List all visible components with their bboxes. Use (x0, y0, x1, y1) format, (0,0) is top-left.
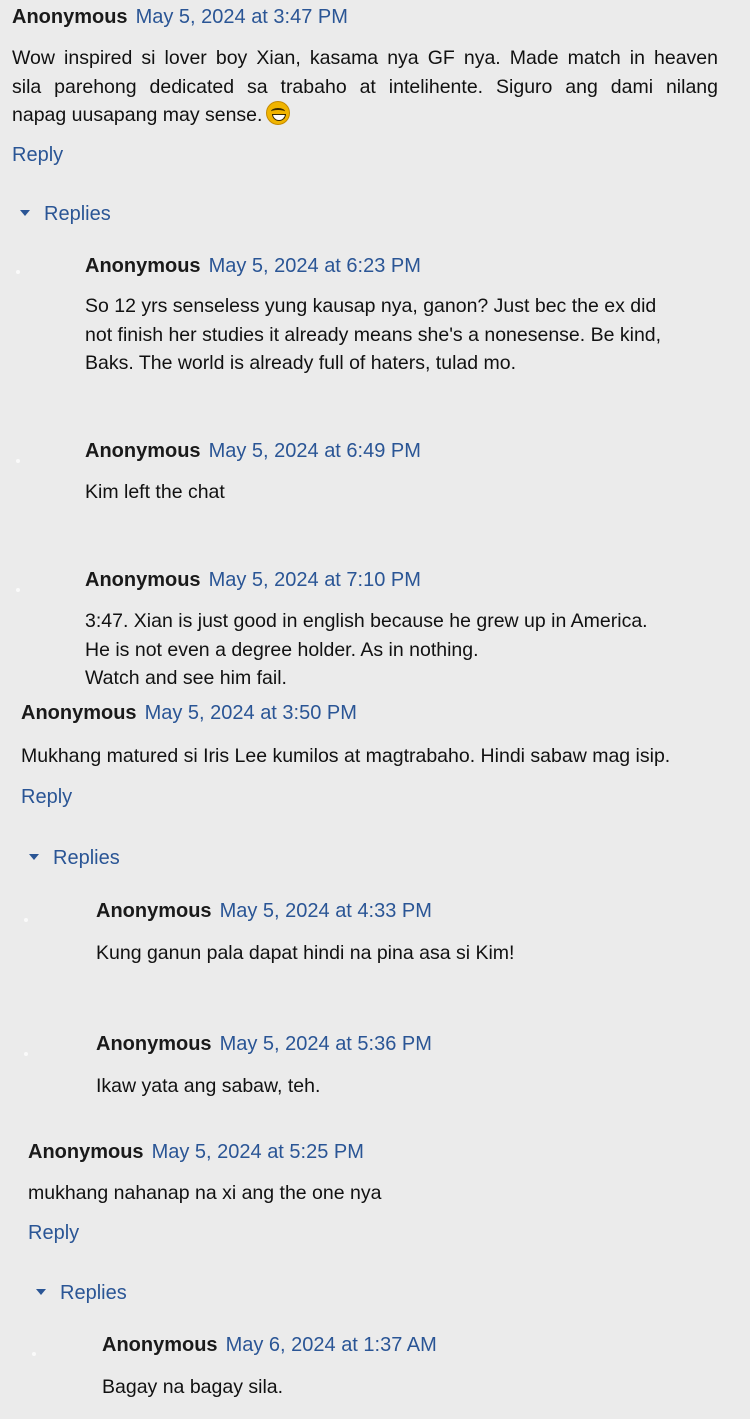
reply-body: Bagay na bagay sila. (102, 1373, 732, 1402)
reply-line: Kim left the chat (85, 481, 225, 503)
reply-author: Anonymous (85, 255, 201, 277)
reply-header: Anonymous May 5, 2024 at 6:23 PM (85, 255, 421, 278)
reply-author: Anonymous (96, 1033, 212, 1055)
reply-header: Anonymous May 5, 2024 at 6:49 PM (85, 440, 421, 463)
reply-link[interactable]: Reply (21, 786, 72, 809)
reply-date-link[interactable]: May 5, 2024 at 6:23 PM (209, 255, 421, 277)
reply-body: Ikaw yata ang sabaw, teh. (96, 1072, 736, 1101)
comment-body: Wow inspired si lover boy Xian, kasama n… (12, 44, 718, 130)
comment-body: mukhang nahanap na xi ang the one nya (28, 1179, 728, 1208)
reply-bullet (24, 1052, 28, 1056)
replies-toggle[interactable]: Replies (36, 1282, 127, 1305)
reply-line: Baks. The world is already full of hater… (85, 352, 517, 374)
comment-author: Anonymous (12, 6, 128, 28)
comment-header: Anonymous May 5, 2024 at 3:47 PM (12, 6, 348, 29)
reply-bullet (32, 1352, 36, 1356)
reply-line: So 12 yrs senseless yung kausap nya, gan… (85, 295, 657, 317)
caret-down-icon (29, 853, 39, 860)
replies-label: Replies (53, 847, 120, 869)
reply-body: Kung ganun pala dapat hindi na pina asa … (96, 939, 736, 968)
reply-date-link[interactable]: May 5, 2024 at 7:10 PM (209, 569, 421, 591)
replies-toggle[interactable]: Replies (20, 203, 111, 226)
reply-line: Watch and see him fail. (85, 667, 287, 689)
comment-line: mukhang nahanap na xi ang the one nya (28, 1182, 382, 1204)
reply-header: Anonymous May 5, 2024 at 5:36 PM (96, 1033, 432, 1056)
reply-body: So 12 yrs senseless yung kausap nya, gan… (85, 292, 725, 378)
reply-header: Anonymous May 5, 2024 at 7:10 PM (85, 569, 421, 592)
grinning-face-emoji-icon (266, 101, 291, 125)
reply-line: Kung ganun pala dapat hindi na pina asa … (96, 942, 515, 964)
reply-line: Bagay na bagay sila. (102, 1376, 284, 1398)
reply-line: not finish her studies it already means … (85, 323, 662, 346)
replies-toggle[interactable]: Replies (29, 847, 120, 870)
reply-bullet (16, 588, 20, 592)
comment-header: Anonymous May 5, 2024 at 3:50 PM (21, 702, 357, 725)
reply-body: 3:47. Xian is just good in english becau… (85, 607, 725, 693)
reply-bullet (24, 918, 28, 922)
reply-bullet (16, 459, 20, 463)
comment-line: sila parehong dedicated sa trabaho at in… (12, 75, 718, 98)
reply-bullet (16, 270, 20, 274)
replies-label: Replies (44, 203, 111, 225)
comment-date-link[interactable]: May 5, 2024 at 3:47 PM (136, 6, 348, 28)
reply-date-link[interactable]: May 5, 2024 at 4:33 PM (220, 900, 432, 922)
comment-line: Wow inspired si lover boy Xian, kasama n… (12, 47, 718, 69)
comment-date-link[interactable]: May 5, 2024 at 5:25 PM (152, 1141, 364, 1163)
reply-author: Anonymous (85, 569, 201, 591)
reply-date-link[interactable]: May 6, 2024 at 1:37 AM (226, 1334, 437, 1356)
reply-line: Ikaw yata ang sabaw, teh. (96, 1075, 321, 1097)
reply-body: Kim left the chat (85, 478, 725, 507)
comment-line: Mukhang matured si Iris Lee kumilos at m… (21, 745, 671, 767)
comment-date-link[interactable]: May 5, 2024 at 3:50 PM (145, 702, 357, 724)
reply-link[interactable]: Reply (28, 1222, 79, 1245)
caret-down-icon (20, 209, 30, 216)
caret-down-icon (36, 1288, 46, 1295)
reply-date-link[interactable]: May 5, 2024 at 6:49 PM (209, 440, 421, 462)
comment-body: Mukhang matured si Iris Lee kumilos at m… (21, 742, 741, 771)
comment-author: Anonymous (28, 1141, 144, 1163)
comment-author: Anonymous (21, 702, 137, 724)
replies-label: Replies (60, 1282, 127, 1304)
reply-date-link[interactable]: May 5, 2024 at 5:36 PM (220, 1033, 432, 1055)
reply-header: Anonymous May 5, 2024 at 4:33 PM (96, 900, 432, 923)
reply-author: Anonymous (102, 1334, 218, 1356)
comment-header: Anonymous May 5, 2024 at 5:25 PM (28, 1141, 364, 1164)
reply-line: 3:47. Xian is just good in english becau… (85, 610, 648, 632)
reply-header: Anonymous May 6, 2024 at 1:37 AM (102, 1334, 437, 1357)
reply-link[interactable]: Reply (12, 144, 63, 167)
reply-line: He is not even a degree holder. As in no… (85, 638, 479, 661)
reply-author: Anonymous (85, 440, 201, 462)
comment-line: napag uusapang may sense. (12, 104, 263, 126)
reply-author: Anonymous (96, 900, 212, 922)
